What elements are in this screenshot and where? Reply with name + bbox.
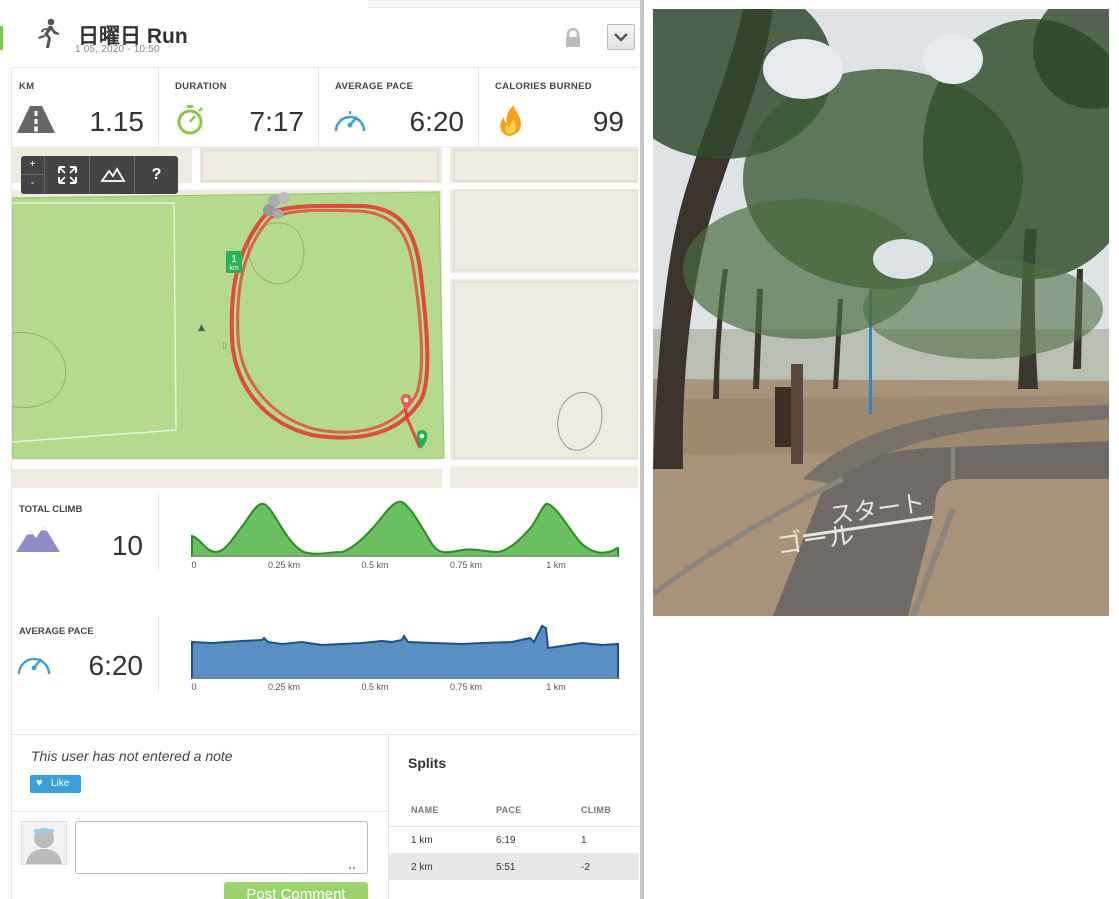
activity-photo[interactable]: スタート ゴール bbox=[653, 9, 1109, 616]
stat-label: DURATION bbox=[175, 81, 227, 92]
x-tick-label: 1 km bbox=[546, 560, 566, 570]
terrain-button[interactable] bbox=[90, 156, 135, 194]
activity-date: 1 05, 2020 - 10:50 bbox=[75, 44, 160, 55]
x-tick-label: 0 bbox=[191, 682, 196, 692]
notes-section: This user has not entered a note ♥ Like bbox=[12, 734, 388, 899]
activity-panel: 日曜日 Run 1 05, 2020 - 10:50 KM 1.15 DURAT… bbox=[0, 0, 640, 899]
route-map[interactable]: ▲ ▯ 1 km + - ? bbox=[12, 148, 638, 488]
like-label: Like bbox=[51, 778, 70, 789]
table-row: 1 km 6:19 1 bbox=[389, 826, 639, 853]
map-controls: + - ? bbox=[21, 156, 178, 194]
svg-text:▯: ▯ bbox=[222, 341, 227, 351]
x-tick-label: 0.25 km bbox=[268, 682, 300, 692]
post-comment-button[interactable]: Post Comment bbox=[224, 882, 368, 899]
x-tick-label: 1 km bbox=[546, 682, 566, 692]
road-icon bbox=[17, 106, 55, 133]
stat-value: 6:20 bbox=[409, 106, 465, 137]
flame-icon bbox=[500, 105, 521, 136]
x-tick-label: 0.75 km bbox=[450, 682, 482, 692]
stopwatch-icon bbox=[177, 105, 203, 135]
avatar bbox=[21, 821, 67, 865]
split-pace: 6:19 bbox=[496, 835, 516, 846]
help-button[interactable]: ? bbox=[135, 156, 178, 194]
chevron-down-icon bbox=[614, 33, 628, 42]
km-marker-number: 1 bbox=[231, 254, 237, 265]
running-man-icon bbox=[38, 18, 59, 48]
comment-input[interactable] bbox=[75, 821, 368, 874]
stat-distance: KM 1.15 bbox=[12, 68, 159, 148]
section-divider bbox=[158, 616, 159, 692]
average-pace-label: AVERAGE PACE bbox=[19, 626, 94, 637]
mountain-icon bbox=[16, 526, 60, 552]
x-axis-ticks: 0 0.25 km 0.5 km 0.75 km 1 km bbox=[191, 682, 565, 692]
x-tick-label: 0 bbox=[191, 560, 196, 570]
split-climb: -2 bbox=[581, 862, 590, 873]
divider bbox=[12, 811, 388, 812]
stat-value: 99 bbox=[592, 106, 624, 137]
table-row: 2 km 5:51 -2 bbox=[389, 853, 639, 880]
total-climb-section: TOTAL CLIMB 10 0 0.25 km 0.5 km 0.75 km … bbox=[12, 490, 638, 600]
activity-header: 日曜日 Run 1 05, 2020 - 10:50 bbox=[12, 8, 638, 68]
resize-handle-icon bbox=[349, 867, 355, 869]
active-indicator bbox=[0, 26, 3, 50]
split-name: 2 km bbox=[411, 862, 433, 873]
speedometer-icon bbox=[17, 657, 51, 675]
total-climb-label: TOTAL CLIMB bbox=[19, 504, 83, 515]
stat-duration: DURATION 7:17 bbox=[159, 68, 319, 148]
stat-calories: CALORIES BURNED 99 bbox=[479, 68, 638, 148]
mountain-icon bbox=[100, 167, 126, 182]
x-tick-label: 0.75 km bbox=[450, 560, 482, 570]
average-pace-value: 6:20 bbox=[88, 650, 144, 681]
speedometer-icon bbox=[334, 111, 366, 132]
heart-icon: ♥ bbox=[36, 777, 43, 789]
note-text: This user has not entered a note bbox=[31, 748, 233, 764]
panel-splitter[interactable] bbox=[640, 0, 644, 899]
column-header: CLIMB bbox=[581, 805, 611, 815]
split-climb: 1 bbox=[581, 835, 587, 846]
stat-value: 7:17 bbox=[249, 106, 305, 137]
x-tick-label: 0.5 km bbox=[361, 560, 388, 570]
stat-label: CALORIES BURNED bbox=[495, 81, 592, 92]
column-header: PACE bbox=[496, 805, 522, 815]
split-pace: 5:51 bbox=[496, 862, 516, 873]
zoom-controls: + - bbox=[21, 156, 45, 194]
user-avatar-icon bbox=[22, 822, 66, 864]
splits-table: Splits NAME PACE CLIMB 1 km 6:19 1 2 km … bbox=[388, 734, 639, 899]
stat-label: AVERAGE PACE bbox=[335, 81, 414, 92]
options-dropdown-button[interactable] bbox=[607, 24, 635, 50]
stat-label: KM bbox=[19, 81, 35, 92]
svg-text:▲: ▲ bbox=[198, 323, 205, 333]
split-name: 1 km bbox=[411, 835, 433, 846]
x-axis-ticks: 0 0.25 km 0.5 km 0.75 km 1 km bbox=[191, 560, 565, 570]
top-tab[interactable] bbox=[368, 0, 640, 8]
stat-value: 1.15 bbox=[89, 106, 145, 137]
zoom-out-button[interactable]: - bbox=[21, 175, 44, 194]
column-header: NAME bbox=[411, 805, 439, 815]
total-climb-value: 10 bbox=[111, 530, 143, 561]
average-pace-section: AVERAGE PACE 6:20 0 0.25 km 0.5 km 0.75 … bbox=[12, 612, 638, 722]
elevation-chart: 0 0.25 km 0.5 km 0.75 km 1 km bbox=[191, 500, 619, 570]
stats-bar: KM 1.15 DURATION 7:17 AVERAGE PACE 6:20 … bbox=[12, 68, 638, 148]
map-canvas: ▲ ▯ 1 km bbox=[12, 148, 638, 488]
x-tick-label: 0.25 km bbox=[268, 560, 300, 570]
fullscreen-icon bbox=[58, 166, 77, 184]
km-marker-unit: km bbox=[229, 265, 239, 272]
fullscreen-button[interactable] bbox=[45, 156, 90, 194]
zoom-in-button[interactable]: + bbox=[21, 156, 44, 175]
pace-chart: 0 0.25 km 0.5 km 0.75 km 1 km bbox=[191, 624, 619, 692]
splits-title: Splits bbox=[408, 755, 447, 771]
x-tick-label: 0.5 km bbox=[361, 682, 388, 692]
park-path-photo: スタート ゴール bbox=[653, 9, 1109, 616]
stat-average-pace: AVERAGE PACE 6:20 bbox=[319, 68, 479, 148]
lock-icon[interactable] bbox=[564, 28, 582, 48]
section-divider bbox=[158, 494, 159, 570]
like-button[interactable]: ♥ Like bbox=[30, 775, 81, 793]
